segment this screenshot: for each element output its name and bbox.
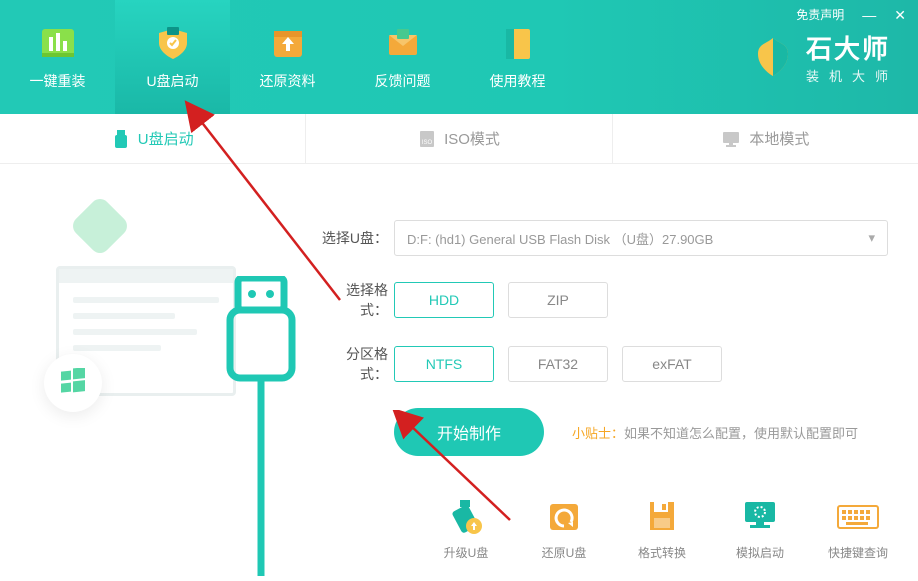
nav-label: 使用教程 — [490, 71, 546, 91]
usb-upgrade-icon — [443, 496, 489, 536]
tip-label: 小贴士： — [572, 426, 624, 441]
tab-iso[interactable]: ISO ISO模式 — [306, 114, 612, 163]
tool-label: 升级U盘 — [444, 544, 489, 561]
disk-select-value: D:F: (hd1) General USB Flash Disk （U盘）27… — [407, 229, 713, 248]
tab-local[interactable]: 本地模式 — [613, 114, 918, 163]
start-build-button[interactable]: 开始制作 — [394, 408, 544, 456]
monitor-boot-icon — [737, 496, 783, 536]
row-partition-format: 分区格式： NTFS FAT32 exFAT — [320, 344, 888, 384]
row-select-disk: 选择U盘： D:F: (hd1) General USB Flash Disk … — [320, 220, 888, 256]
tool-label: 格式转换 — [638, 544, 686, 561]
chevron-down-icon: ▾ — [868, 230, 875, 246]
format-option-hdd[interactable]: HDD — [394, 282, 494, 318]
action-row: 开始制作 小贴士：如果不知道怎么配置，使用默认配置即可 — [320, 408, 888, 456]
tool-format-convert[interactable]: 格式转换 — [626, 496, 698, 561]
format-label: 选择格式： — [320, 280, 394, 320]
windows-icon — [44, 354, 102, 412]
tool-simulate-boot[interactable]: 模拟启动 — [724, 496, 796, 561]
partition-option-fat32[interactable]: FAT32 — [508, 346, 608, 382]
nav-reinstall[interactable]: 一键重装 — [0, 0, 115, 114]
brand-logo-icon — [750, 34, 796, 80]
tab-label: U盘启动 — [138, 128, 194, 149]
svg-text:ISO: ISO — [422, 140, 433, 146]
keyboard-icon — [835, 496, 881, 536]
close-button[interactable]: ✕ — [894, 8, 906, 22]
nav-tutorial[interactable]: 使用教程 — [460, 0, 575, 114]
usb-cable-icon — [190, 276, 310, 581]
monitor-icon — [721, 130, 741, 148]
nav-label: 反馈问题 — [375, 71, 431, 91]
minimize-button[interactable]: — — [862, 8, 876, 22]
nav-label: U盘启动 — [146, 71, 198, 91]
disk-select[interactable]: D:F: (hd1) General USB Flash Disk （U盘）27… — [394, 220, 888, 256]
tool-hotkey-lookup[interactable]: 快捷键查询 — [822, 496, 894, 561]
nav-label: 还原资料 — [260, 71, 316, 91]
main-nav: 一键重装 U盘启动 还原资料 反馈问题 使用教程 — [0, 0, 575, 114]
disclaimer-link[interactable]: 免责声明 — [796, 6, 844, 23]
bottom-toolbar: 升级U盘 还原U盘 格式转换 模拟启动 快捷键查询 — [430, 496, 894, 561]
floppy-icon — [639, 496, 685, 536]
tool-label: 快捷键查询 — [828, 544, 888, 561]
restore-icon — [541, 496, 587, 536]
nav-feedback[interactable]: 反馈问题 — [345, 0, 460, 114]
brand-subtitle: 装机大师 — [806, 66, 898, 85]
tool-upgrade-usb[interactable]: 升级U盘 — [430, 496, 502, 561]
tool-label: 还原U盘 — [542, 544, 587, 561]
partition-option-ntfs[interactable]: NTFS — [394, 346, 494, 382]
nav-label: 一键重装 — [30, 71, 86, 91]
upload-box-icon — [268, 23, 308, 63]
envelope-icon — [383, 23, 423, 63]
tab-label: 本地模式 — [749, 128, 809, 149]
tip-text: 小贴士：如果不知道怎么配置，使用默认配置即可 — [572, 423, 858, 442]
nav-usb-boot[interactable]: U盘启动 — [115, 0, 230, 114]
tool-label: 模拟启动 — [736, 544, 784, 561]
format-option-zip[interactable]: ZIP — [508, 282, 608, 318]
row-select-format: 选择格式： HDD ZIP — [320, 280, 888, 320]
disk-label: 选择U盘： — [320, 228, 394, 248]
brand-title: 石大师 — [806, 29, 898, 66]
usb-stick-icon — [112, 129, 130, 149]
tab-label: ISO模式 — [444, 128, 500, 149]
book-icon — [498, 23, 538, 63]
bar-chart-icon — [38, 23, 78, 63]
partition-label: 分区格式： — [320, 344, 394, 384]
mode-tabs: U盘启动 ISO ISO模式 本地模式 — [0, 114, 918, 164]
window-titlebar: 免责声明 — ✕ — [796, 6, 906, 23]
iso-file-icon: ISO — [418, 129, 436, 149]
nav-restore[interactable]: 还原资料 — [230, 0, 345, 114]
usb-shield-icon — [153, 23, 193, 63]
tip-body: 如果不知道怎么配置，使用默认配置即可 — [624, 426, 858, 441]
partition-option-exfat[interactable]: exFAT — [622, 346, 722, 382]
tool-restore-usb[interactable]: 还原U盘 — [528, 496, 600, 561]
app-header: 一键重装 U盘启动 还原资料 反馈问题 使用教程 — [0, 0, 918, 114]
tab-usb-boot[interactable]: U盘启动 — [0, 114, 306, 163]
illustration — [0, 164, 300, 579]
